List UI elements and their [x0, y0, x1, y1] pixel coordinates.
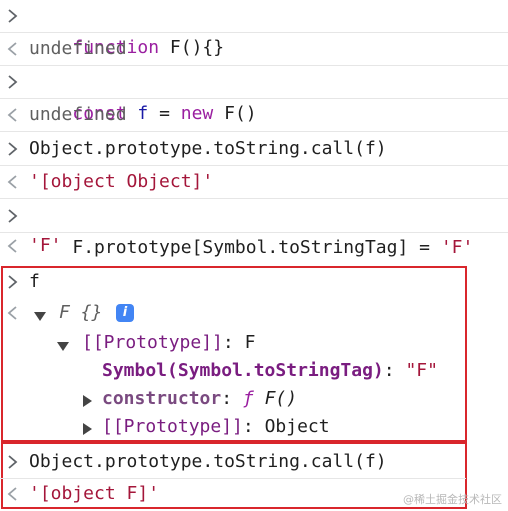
- console-input-text: Object.prototype.toString.call(f): [29, 451, 387, 472]
- output-return-chevron-icon: [6, 236, 22, 258]
- expand-triangle-down-icon[interactable]: [56, 337, 70, 351]
- console-output-row: undefined: [0, 33, 508, 65]
- console-input-row[interactable]: Object.prototype.toString.call(f): [0, 446, 508, 478]
- expand-triangle-right-icon[interactable]: [80, 420, 94, 435]
- console-output-string: 'F': [29, 235, 62, 256]
- console-output-row: 'F': [0, 230, 508, 262]
- colon: :: [383, 360, 406, 381]
- input-prompt-chevron-icon: [6, 452, 22, 474]
- function-symbol: ƒ: [242, 388, 254, 409]
- constructor-value: F(): [253, 388, 298, 409]
- object-label: F {}: [59, 302, 103, 323]
- tree-node-inner-prototype[interactable]: [[Prototype]]: Object: [0, 411, 508, 443]
- output-return-chevron-icon: [6, 105, 22, 127]
- info-icon[interactable]: i: [116, 304, 134, 322]
- expand-triangle-right-icon[interactable]: [80, 392, 94, 407]
- input-prompt-chevron-icon: [6, 272, 22, 294]
- input-prompt-chevron-icon: [6, 6, 22, 28]
- output-return-chevron-icon: [6, 172, 22, 194]
- watermark-text: @稀土掘金技术社区: [403, 493, 502, 506]
- prototype-value: : F: [222, 332, 256, 353]
- console-input-text: Object.prototype.toString.call(f): [29, 138, 387, 159]
- prototype-key: [[Prototype]]: [82, 332, 223, 353]
- symbol-key: Symbol(Symbol.toStringTag): [102, 360, 384, 381]
- console-input-row[interactable]: f: [0, 266, 508, 298]
- inner-prototype-key: [[Prototype]]: [102, 416, 243, 437]
- console-output-row: undefined: [0, 99, 508, 131]
- console-output-row: '[object Object]': [0, 166, 508, 198]
- console-input-text: f: [29, 271, 40, 292]
- console-input-row[interactable]: const f = new F(): [0, 66, 508, 124]
- console-input-row[interactable]: function F(){}: [0, 0, 508, 58]
- console-output-string: '[object F]': [29, 483, 160, 504]
- tree-node-label: [[Prototype]]: Object: [102, 411, 330, 443]
- input-prompt-chevron-icon: [6, 206, 22, 228]
- inner-prototype-value: : Object: [242, 416, 330, 437]
- input-prompt-chevron-icon: [6, 139, 22, 161]
- constructor-key: constructor: [102, 388, 222, 409]
- symbol-value: "F": [405, 360, 438, 381]
- input-prompt-chevron-icon: [6, 72, 22, 94]
- output-return-chevron-icon: [6, 39, 22, 61]
- console-output-text: undefined: [29, 104, 127, 125]
- console-output-string: '[object Object]': [29, 171, 214, 192]
- console-input-row[interactable]: F.prototype[Symbol.toStringTag] = 'F': [0, 200, 508, 258]
- output-return-chevron-icon: [6, 303, 22, 325]
- object-tree-root[interactable]: F {} i: [0, 297, 508, 329]
- colon: :: [221, 388, 243, 409]
- console-output-text: undefined: [29, 38, 127, 59]
- expand-triangle-down-icon[interactable]: [33, 307, 47, 321]
- output-return-chevron-icon: [6, 484, 22, 506]
- console-input-row[interactable]: Object.prototype.toString.call(f): [0, 133, 508, 165]
